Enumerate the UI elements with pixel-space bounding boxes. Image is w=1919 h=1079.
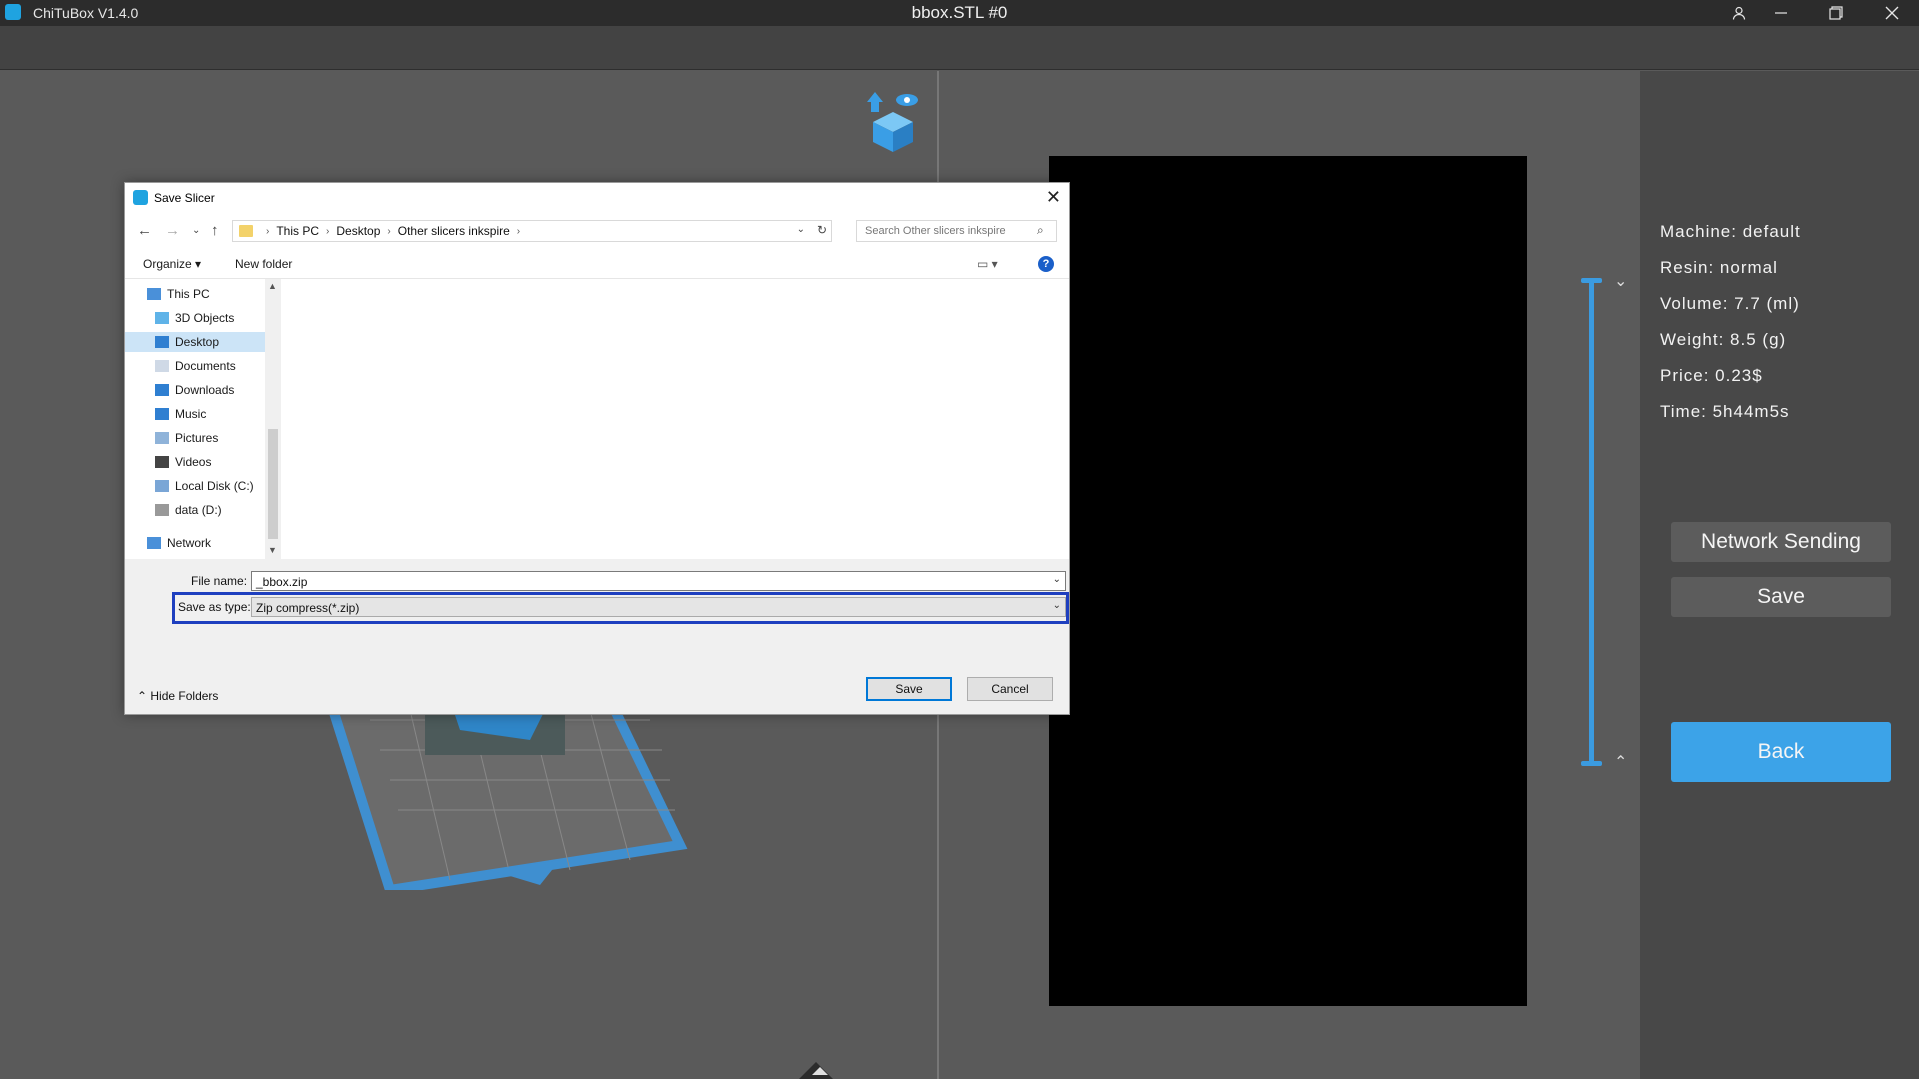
minimize-icon[interactable] bbox=[1754, 0, 1808, 26]
breadcrumb-this-pc[interactable]: This PC bbox=[276, 224, 319, 238]
refresh-icon[interactable]: ↻ bbox=[817, 223, 827, 237]
view-cube-icon[interactable] bbox=[865, 90, 921, 152]
sidebar-item-local-disk[interactable]: Local Disk (C:) bbox=[155, 476, 273, 496]
chevron-up-icon[interactable]: ⌃ bbox=[1614, 752, 1627, 772]
save-type-label: Save as type: bbox=[178, 600, 251, 614]
sidebar-item-this-pc[interactable]: This PC bbox=[147, 284, 265, 304]
volume-info: Volume: 7.7 (ml) bbox=[1660, 294, 1800, 313]
new-folder-button[interactable]: New folder bbox=[235, 257, 292, 271]
slice-preview bbox=[1049, 156, 1527, 1006]
sidebar-item-3d-objects[interactable]: 3D Objects bbox=[155, 308, 273, 328]
chevron-up-icon bbox=[812, 1067, 828, 1075]
pc-icon bbox=[147, 288, 161, 300]
machine-info: Machine: default bbox=[1660, 222, 1801, 241]
disk-icon bbox=[155, 480, 169, 492]
organize-button[interactable]: Organize ▾ bbox=[143, 257, 201, 271]
music-icon bbox=[155, 408, 169, 420]
network-sending-button[interactable]: Network Sending bbox=[1671, 522, 1891, 562]
scroll-up-icon[interactable]: ▲ bbox=[268, 281, 277, 291]
file-name-field[interactable]: _bbox.zip ⌄ bbox=[251, 571, 1066, 591]
chitubox-logo-icon bbox=[133, 190, 148, 205]
scrollbar-thumb[interactable] bbox=[268, 429, 278, 539]
breadcrumb-folder[interactable]: Other slicers inkspire bbox=[398, 224, 510, 238]
save-button[interactable]: Save bbox=[1671, 577, 1891, 617]
resin-info: Resin: normal bbox=[1660, 258, 1778, 277]
disk-icon bbox=[155, 504, 169, 516]
forward-arrow-icon[interactable]: → bbox=[165, 222, 180, 239]
help-icon[interactable]: ? bbox=[1038, 256, 1054, 272]
command-bar: Organize ▾ New folder ▭ ▾ ? bbox=[125, 249, 1069, 279]
pictures-icon bbox=[155, 432, 169, 444]
search-input[interactable]: Search Other slicers inkspire bbox=[856, 220, 1057, 242]
dialog-cancel-button[interactable]: Cancel bbox=[967, 677, 1053, 701]
save-type-select[interactable]: Zip compress(*.zip) ⌄ bbox=[251, 597, 1066, 617]
breadcrumb-desktop[interactable]: Desktop bbox=[336, 224, 380, 238]
up-arrow-icon[interactable]: ↑ bbox=[211, 222, 219, 239]
recent-dropdown-icon[interactable]: ⌄ bbox=[192, 225, 200, 236]
sidebar-item-videos[interactable]: Videos bbox=[155, 452, 273, 472]
file-title: bbox.STL #0 bbox=[911, 3, 1008, 22]
build-plate bbox=[323, 695, 688, 890]
weight-info: Weight: 8.5 (g) bbox=[1660, 330, 1787, 349]
chevron-down-icon[interactable]: ⌄ bbox=[1614, 271, 1627, 291]
sidebar-item-network[interactable]: Network bbox=[147, 533, 265, 553]
back-button[interactable]: Back bbox=[1671, 722, 1891, 782]
back-arrow-icon[interactable]: ← bbox=[137, 222, 152, 239]
dialog-title-bar: Save Slicer ✕ bbox=[125, 183, 1069, 213]
toolbar bbox=[0, 26, 1919, 70]
sidebar-item-data-drive[interactable]: data (D:) bbox=[155, 500, 273, 520]
hide-folders-button[interactable]: ⌃ Hide Folders bbox=[137, 689, 218, 703]
chevron-down-icon[interactable]: ⌄ bbox=[1053, 600, 1061, 611]
address-row: ← → ⌄ ↑ › This PC › Desktop › Other slic… bbox=[125, 213, 1069, 249]
dialog-save-button[interactable]: Save bbox=[866, 677, 952, 701]
file-name-label: File name: bbox=[191, 574, 248, 588]
title-bar: ChiTuBox V1.4.0 bbox.STL #0 bbox=[0, 0, 1919, 26]
folder-icon bbox=[239, 225, 253, 237]
restore-icon[interactable] bbox=[1809, 0, 1863, 26]
chevron-down-icon[interactable]: ⌄ bbox=[1053, 574, 1061, 585]
documents-icon bbox=[155, 360, 169, 372]
videos-icon bbox=[155, 456, 169, 468]
save-dialog: Save Slicer ✕ ← → ⌄ ↑ › This PC › Deskto… bbox=[124, 182, 1070, 715]
nav-scrollbar[interactable]: ▲ ▼ bbox=[265, 279, 281, 559]
dialog-title: Save Slicer bbox=[154, 191, 215, 205]
desktop-icon bbox=[155, 336, 169, 348]
file-list[interactable] bbox=[281, 279, 1069, 559]
slider-bottom-cap[interactable] bbox=[1581, 761, 1602, 766]
close-icon[interactable] bbox=[1865, 0, 1919, 26]
downloads-icon bbox=[155, 384, 169, 396]
time-info: Time: 5h44m5s bbox=[1660, 402, 1790, 421]
search-icon: ⌕ bbox=[1037, 223, 1044, 237]
close-icon[interactable]: ✕ bbox=[1046, 187, 1061, 208]
network-icon bbox=[147, 537, 161, 549]
navigation-pane: This PC 3D Objects Desktop Documents Dow… bbox=[125, 279, 265, 559]
3d-objects-icon bbox=[155, 312, 169, 324]
sidebar-item-documents[interactable]: Documents bbox=[155, 356, 273, 376]
address-bar[interactable]: › This PC › Desktop › Other slicers inks… bbox=[232, 220, 832, 242]
price-info: Price: 0.23$ bbox=[1660, 366, 1763, 385]
sidebar-item-music[interactable]: Music bbox=[155, 404, 273, 424]
view-options-icon[interactable]: ▭ ▾ bbox=[977, 257, 998, 271]
sidebar-item-downloads[interactable]: Downloads bbox=[155, 380, 273, 400]
layer-slider[interactable] bbox=[1589, 280, 1594, 764]
sidebar-item-desktop[interactable]: Desktop bbox=[125, 332, 265, 352]
chevron-down-icon[interactable]: ⌄ bbox=[797, 224, 805, 235]
sidebar-item-pictures[interactable]: Pictures bbox=[155, 428, 273, 448]
scroll-down-icon[interactable]: ▼ bbox=[268, 545, 277, 555]
